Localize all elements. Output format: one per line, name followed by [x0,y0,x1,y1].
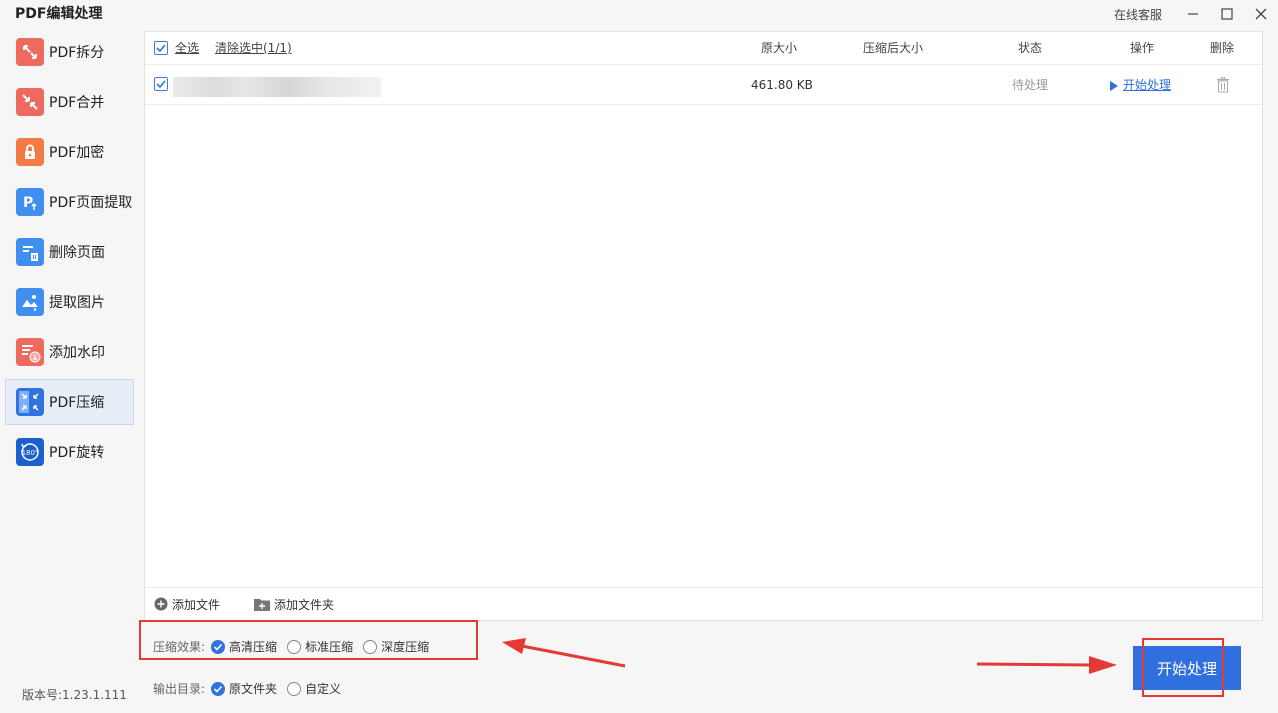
compress-icon [16,388,44,416]
file-list-panel: 全选 清除选中(1/1) 原大小 压缩后大小 状态 操作 删除 461.80 K… [144,31,1263,621]
status-badge: 待处理 [1012,78,1049,92]
select-all-checkbox[interactable] [154,41,168,55]
clear-selected-link[interactable]: 清除选中(1/1) [215,41,292,56]
sidebar-item-pdf-rotate[interactable]: 180° PDF旋转 [5,429,134,475]
radio-hd-compress[interactable] [211,639,226,654]
col-delete: 删除 [1210,41,1235,55]
deep-compress-label[interactable]: 深度压缩 [381,638,429,655]
sidebar-item-label: 添加水印 [49,345,105,361]
annotation-arrow-left [502,638,626,668]
sidebar-item-label: PDF压缩 [49,395,105,411]
check-icon [213,643,223,651]
start-button-highlight [1142,638,1224,697]
hd-compress-label[interactable]: 高清压缩 [229,638,277,655]
minimize-button[interactable] [1176,0,1210,28]
output-options: 输出目录: 原文件夹 自定义 [153,680,341,697]
lock-icon [16,138,44,166]
sidebar-item-label: PDF合并 [49,95,105,111]
sidebar-item-add-watermark[interactable]: 添加水印 [5,329,134,375]
rotate-icon: 180° [16,438,44,466]
maximize-button[interactable] [1210,0,1244,28]
table-header: 全选 清除选中(1/1) 原大小 压缩后大小 状态 操作 删除 [145,32,1262,65]
close-button[interactable] [1244,0,1278,28]
table-row[interactable]: 461.80 KB 待处理 开始处理 [145,65,1262,105]
custom-folder-label[interactable]: 自定义 [305,680,341,697]
sidebar-item-delete-page[interactable]: 删除页面 [5,229,134,275]
add-folder-icon [254,599,271,611]
compress-effect-label: 压缩效果: [153,640,206,654]
radio-deep-compress[interactable] [363,639,378,654]
sidebar-item-pdf-merge[interactable]: PDF合并 [5,79,134,125]
original-folder-label[interactable]: 原文件夹 [229,680,277,697]
file-size: 461.80 KB [751,78,813,92]
svg-text:180°: 180° [22,449,39,457]
sidebar-item-label: PDF页面提取 [49,195,133,211]
sidebar-item-label: PDF旋转 [49,445,105,461]
extract-image-icon [16,288,44,316]
check-icon [156,44,166,53]
check-icon [213,685,223,693]
standard-compress-label[interactable]: 标准压缩 [305,638,353,655]
sidebar-item-label: 删除页面 [49,245,105,261]
col-action: 操作 [1130,41,1155,55]
sidebar-item-extract-image[interactable]: 提取图片 [5,279,134,325]
check-icon [156,80,166,89]
sidebar-item-label: PDF拆分 [49,45,105,61]
add-folder-label: 添加文件夹 [274,597,335,612]
play-icon [1110,80,1118,91]
radio-standard-compress[interactable] [287,639,302,654]
file-toolbar: 添加文件 添加文件夹 [145,587,1262,620]
col-compressed-size: 压缩后大小 [863,41,924,55]
annotation-arrow-right [976,656,1117,674]
row-checkbox[interactable] [154,77,168,91]
row-start-action[interactable]: 开始处理 [1109,78,1171,93]
window-controls: 在线客服 [1114,0,1278,28]
add-circle-icon [154,597,168,611]
sidebar-item-label: PDF加密 [49,145,105,161]
split-icon [16,38,44,66]
sidebar-item-page-extract[interactable]: P PDF页面提取 [5,179,134,225]
page-extract-icon: P [16,188,44,216]
version-label: 版本号:1.23.1.111 [22,688,127,702]
maximize-icon [1221,8,1233,20]
online-service-link[interactable]: 在线客服 [1114,6,1162,23]
close-icon [1255,8,1267,20]
sidebar-item-pdf-split[interactable]: PDF拆分 [5,29,134,75]
sidebar-item-label: 提取图片 [49,295,105,311]
watermark-icon [16,338,44,366]
radio-custom-folder[interactable] [287,681,302,696]
add-folder-button[interactable]: 添加文件夹 [254,596,334,613]
col-status: 状态 [1018,41,1043,55]
trash-icon[interactable] [1216,76,1230,97]
sidebar: PDF拆分 PDF合并 PDF加密 P PDF页面提取 删除页面 提取图片 添加… [5,29,134,479]
compress-options: 压缩效果: 高清压缩 标准压缩 深度压缩 [153,638,429,655]
select-all-link[interactable]: 全选 [175,41,199,56]
merge-icon [16,88,44,116]
delete-page-icon [16,238,44,266]
sidebar-item-pdf-encrypt[interactable]: PDF加密 [5,129,134,175]
file-name-blurred [173,77,381,97]
minimize-icon [1188,13,1198,15]
output-dir-label: 输出目录: [153,682,206,696]
col-original-size: 原大小 [761,41,798,55]
radio-original-folder[interactable] [211,681,226,696]
sidebar-item-pdf-compress[interactable]: PDF压缩 [5,379,134,425]
svg-text:P: P [23,195,33,211]
add-file-label: 添加文件 [172,597,221,612]
add-file-button[interactable]: 添加文件 [154,596,220,613]
row-start-link[interactable]: 开始处理 [1123,78,1171,93]
app-title: PDF编辑处理 [15,6,103,22]
